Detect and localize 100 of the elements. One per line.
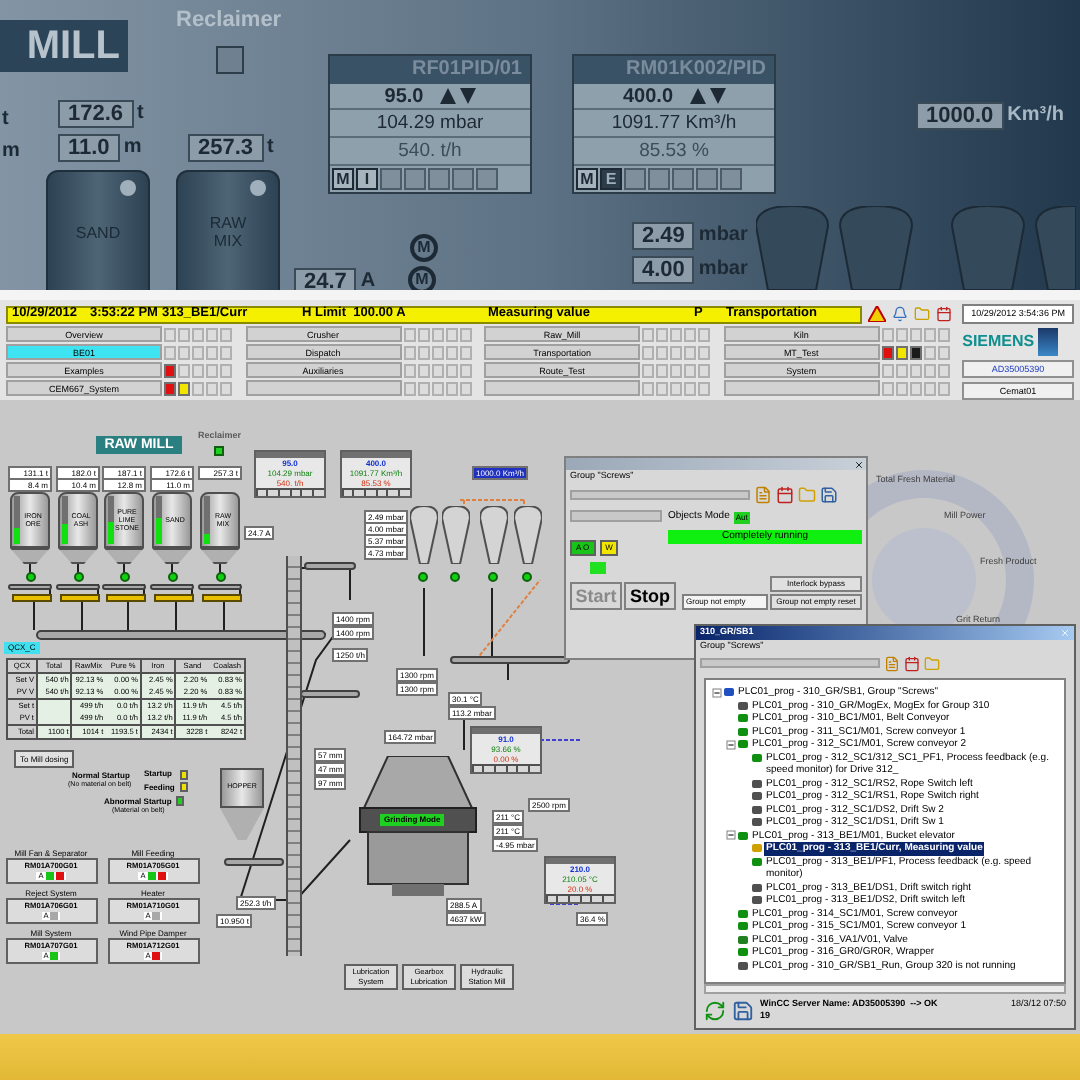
- collapse-icon[interactable]: [726, 830, 736, 840]
- silo-label: RAW MIX: [207, 214, 249, 250]
- mode-slot: [452, 168, 474, 190]
- collapse-icon[interactable]: [712, 687, 722, 697]
- mode-slot: [380, 168, 402, 190]
- reading-value: 257.3: [188, 133, 264, 161]
- cyclone-drawing[interactable]: [514, 506, 542, 564]
- weigh-feeder[interactable]: [12, 594, 52, 602]
- indicator-lamp: [120, 180, 136, 196]
- motor-icon[interactable]: [26, 572, 36, 582]
- weigh-feeder[interactable]: [202, 594, 242, 602]
- mode-slot: [428, 168, 450, 190]
- setpoint-value: 400.0: [622, 83, 674, 111]
- mode-indicator[interactable]: I: [356, 168, 378, 190]
- process-value: 1091.77 Km³/h: [574, 110, 774, 138]
- cyclone-drawing[interactable]: [442, 506, 470, 564]
- tree-node-icon: [752, 883, 762, 891]
- save-icon[interactable]: [820, 485, 838, 503]
- tree-node-icon: [752, 857, 762, 865]
- tree-node-icon: [738, 701, 748, 709]
- unit-label: A: [360, 268, 376, 290]
- indicator-lamp: [250, 180, 266, 196]
- logo-picture: [1038, 328, 1059, 356]
- group-command-button[interactable]: Stop: [624, 582, 676, 610]
- faceplate-tag: RF01PID/01: [330, 56, 530, 84]
- refresh-icon[interactable]: [704, 999, 726, 1022]
- state-indicator: [50, 912, 59, 920]
- calendar-icon[interactable]: [776, 485, 794, 503]
- siemens-logo: SIEMENS: [962, 330, 1035, 354]
- mode-slot: [672, 168, 694, 190]
- mode-slot: [720, 168, 742, 190]
- belt-conveyor[interactable]: [304, 562, 356, 570]
- process-value: 104.29 mbar: [330, 110, 530, 138]
- silo-label: SAND: [73, 223, 123, 241]
- motor-icon[interactable]: [120, 572, 130, 582]
- mode-indicator[interactable]: M: [576, 168, 598, 190]
- unit-label: Km³/h: [1007, 102, 1064, 130]
- warning-icon[interactable]: [868, 306, 886, 322]
- belt-conveyor[interactable]: [8, 584, 52, 590]
- motor-icon[interactable]: [74, 572, 84, 582]
- motor-icon[interactable]: [418, 572, 428, 582]
- mode-indicator[interactable]: M: [332, 168, 354, 190]
- mode-indicator[interactable]: E: [600, 168, 622, 190]
- status-square: [216, 46, 244, 74]
- cyclone-drawing[interactable]: [480, 506, 508, 564]
- up-down-arrows-icon[interactable]: [689, 88, 726, 104]
- output-value: 540. t/h: [330, 138, 530, 166]
- mode-slot: [696, 168, 718, 190]
- belt-conveyor[interactable]: [198, 584, 242, 590]
- calendar-icon[interactable]: [904, 655, 920, 671]
- area-label: Reclaimer: [176, 6, 282, 36]
- belt-conveyor[interactable]: [224, 858, 284, 866]
- state-indicator: [152, 952, 161, 960]
- mode-slot: [404, 168, 426, 190]
- mode-slot: [648, 168, 670, 190]
- motor-icon[interactable]: [522, 572, 532, 582]
- tree-node-icon: [738, 740, 748, 748]
- save-icon[interactable]: [732, 999, 754, 1022]
- tree-node-icon: [738, 831, 748, 839]
- document-icon[interactable]: [754, 485, 772, 503]
- mode-slot: [476, 168, 498, 190]
- belt-conveyor[interactable]: [450, 656, 570, 664]
- belt-conveyor[interactable]: [102, 584, 146, 590]
- belt-conveyor[interactable]: [300, 690, 360, 698]
- weigh-feeder[interactable]: [60, 594, 100, 602]
- belt-conveyor[interactable]: [36, 630, 326, 640]
- up-down-arrows-icon[interactable]: [439, 88, 476, 104]
- tree-node-icon: [752, 844, 762, 852]
- tree-node-icon: [752, 805, 762, 813]
- weigh-feeder[interactable]: [106, 594, 146, 602]
- reading-value: 1000.0: [916, 101, 1004, 129]
- faceplate-tag: RM01K002/PID: [574, 56, 774, 84]
- reading-value: 172.6: [58, 99, 134, 127]
- motor-icon[interactable]: [216, 572, 226, 582]
- unit-label: t: [267, 134, 274, 162]
- calendar-icon[interactable]: [936, 306, 952, 322]
- alarm-list-icon[interactable]: [892, 306, 908, 322]
- motor-icon[interactable]: [488, 572, 498, 582]
- state-indicator: [50, 952, 59, 960]
- belt-conveyor[interactable]: [150, 584, 194, 590]
- plant-title: MILL: [0, 20, 128, 72]
- tree-node-icon: [738, 948, 748, 956]
- motor-icon[interactable]: [450, 572, 460, 582]
- output-value: 85.53 %: [574, 138, 774, 166]
- weigh-feeder[interactable]: [154, 594, 194, 602]
- tree-node-icon: [752, 896, 762, 904]
- belt-conveyor[interactable]: [56, 584, 100, 590]
- collapse-icon[interactable]: [726, 739, 736, 749]
- reading-value: 24.7: [294, 267, 357, 290]
- motor-icon[interactable]: [168, 572, 178, 582]
- horizontal-scrollbar[interactable]: [704, 983, 1066, 993]
- tree-node-icon: [738, 727, 748, 735]
- reading-value: 4.00: [632, 255, 695, 283]
- tree-node-icon: [738, 922, 748, 930]
- tree-node-icon: [738, 714, 748, 722]
- cyclone-drawing[interactable]: [410, 506, 438, 564]
- document-icon[interactable]: [884, 655, 900, 671]
- bucket-elevator[interactable]: [286, 556, 302, 956]
- tree-node-icon: [724, 688, 734, 696]
- tree-node-icon: [752, 792, 762, 800]
